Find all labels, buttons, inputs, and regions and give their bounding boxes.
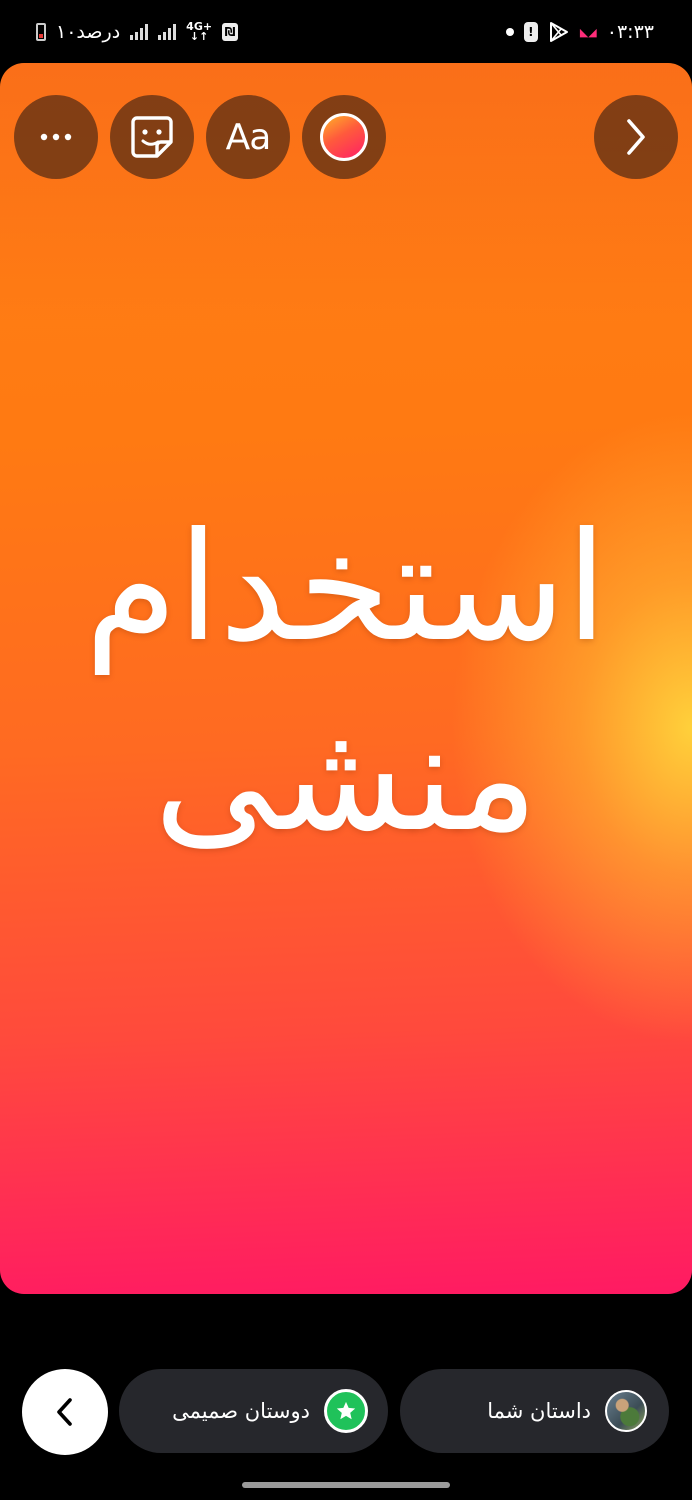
story-text[interactable]: استخدام منشی	[0, 493, 692, 873]
color-picker-icon	[320, 113, 368, 161]
close-friends-label: دوستان صمیمی	[172, 1399, 310, 1423]
star-icon	[324, 1389, 368, 1433]
more-options-button[interactable]	[14, 95, 98, 179]
chevron-right-icon	[627, 119, 645, 155]
your-story-label: داستان شما	[487, 1399, 591, 1423]
signal-icon-2	[158, 24, 177, 40]
status-right: ! ◣◢ ۰۳:۳۳	[505, 21, 654, 43]
signal-icon	[130, 24, 149, 40]
alert-icon: !	[523, 22, 538, 42]
app-brand-icon: ◣◢	[579, 25, 597, 39]
your-story-button[interactable]: داستان شما	[400, 1369, 669, 1453]
color-picker-button[interactable]	[302, 95, 386, 179]
story-text-line-2: منشی	[153, 691, 539, 865]
close-friends-button[interactable]: دوستان صمیمی	[119, 1369, 388, 1453]
next-button[interactable]	[594, 95, 678, 179]
status-bar: ۱۰درصد 4G+ ↓↑ ₪ ! ◣◢ ۰۳:۳۳	[0, 0, 692, 64]
text-tool-button[interactable]: Aa	[206, 95, 290, 179]
play-store-icon	[549, 22, 568, 42]
avatar	[605, 1390, 647, 1432]
text-tool-label: Aa	[225, 116, 272, 158]
chevron-left-icon	[57, 1398, 72, 1426]
story-text-line-1: استخدام	[84, 501, 608, 675]
battery-icon	[36, 23, 46, 41]
status-left: ۱۰درصد 4G+ ↓↑ ₪	[36, 20, 239, 43]
battery-text: ۱۰درصد	[56, 21, 121, 43]
home-indicator[interactable]	[242, 1482, 450, 1488]
network-type: 4G+ ↓↑	[186, 20, 213, 43]
sticker-button[interactable]	[110, 95, 194, 179]
share-bar: دوستان صمیمی داستان شما	[0, 1368, 692, 1455]
more-horizontal-icon	[40, 133, 72, 141]
notification-dot-icon	[505, 28, 514, 36]
back-button[interactable]	[22, 1369, 108, 1455]
app-notification-icon: ₪	[222, 23, 239, 41]
story-canvas[interactable]: Aa استخدام منشی	[0, 63, 692, 1294]
sticker-icon	[131, 116, 173, 158]
status-time: ۰۳:۳۳	[606, 21, 654, 43]
